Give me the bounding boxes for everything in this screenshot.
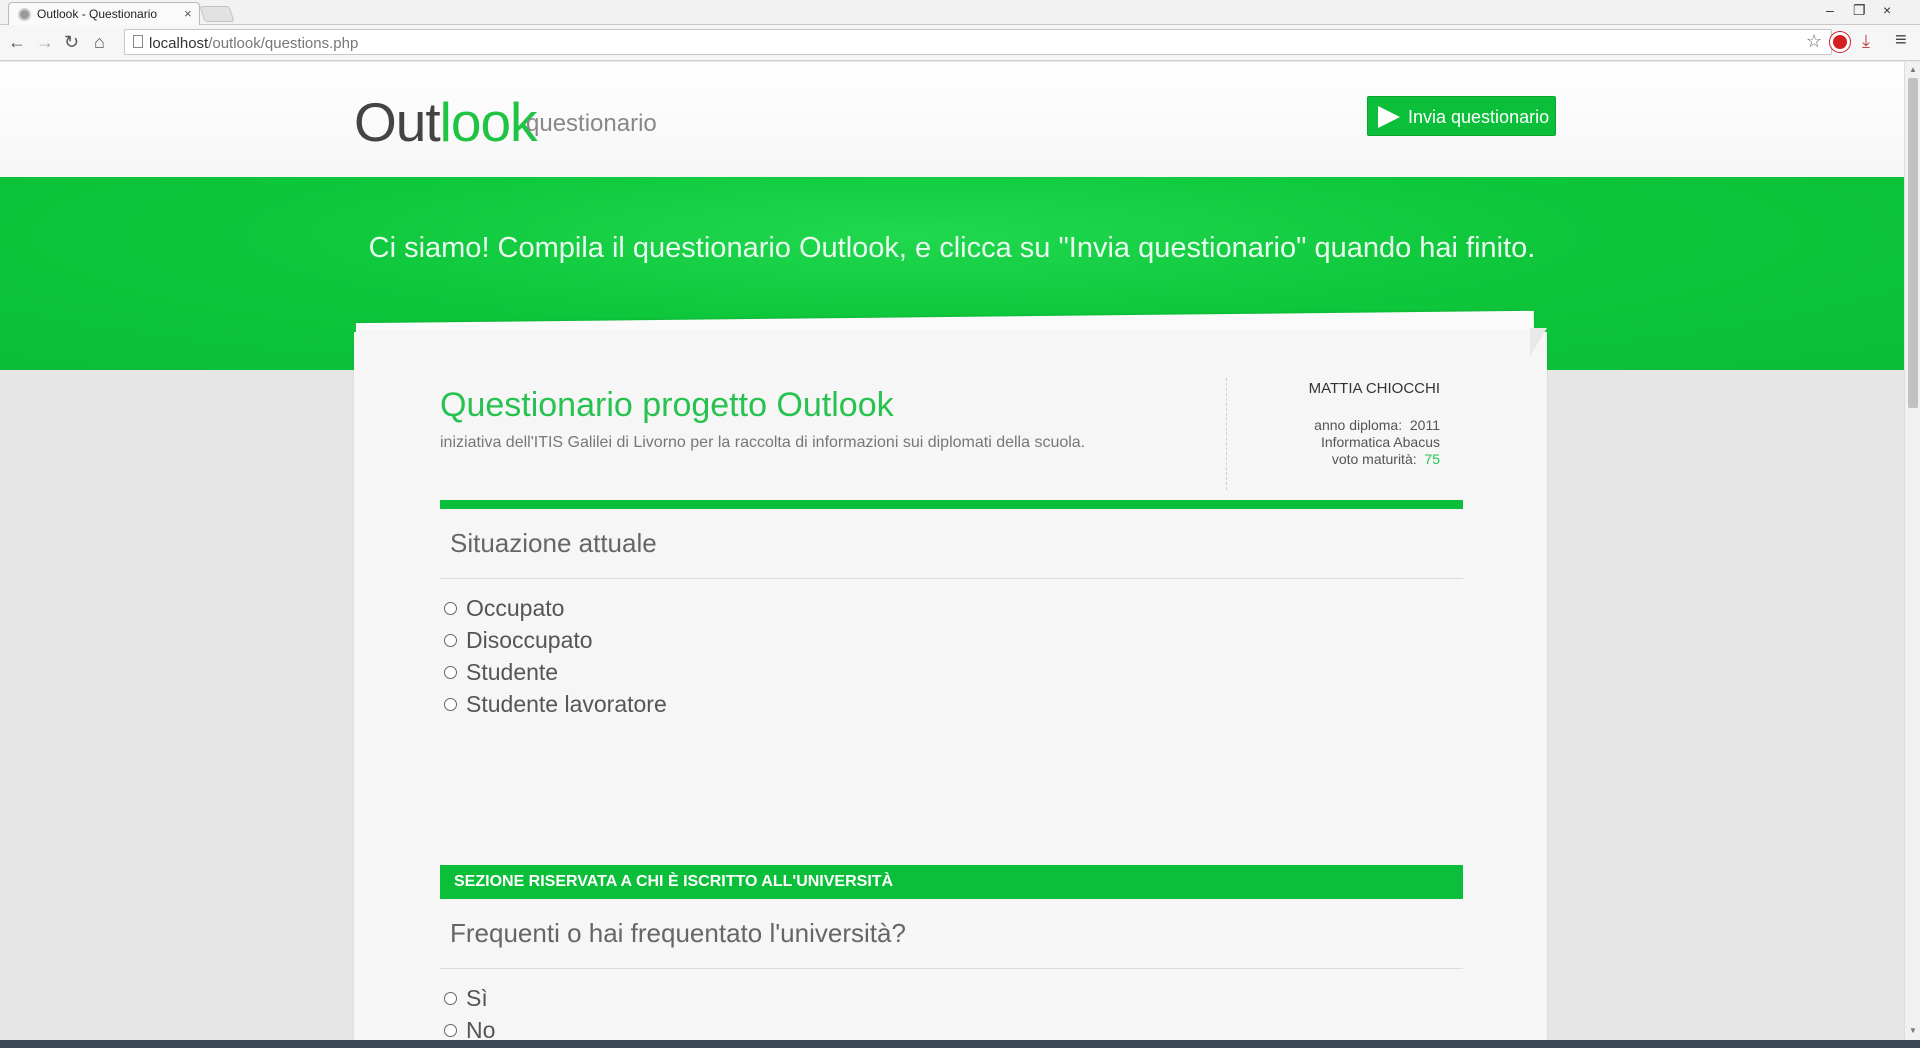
student-info: MATTIA CHIOCCHI anno diploma: 2011 Infor… bbox=[1254, 380, 1440, 470]
logo-accent: look bbox=[439, 91, 538, 153]
option-occupato[interactable]: Occupato bbox=[444, 592, 667, 624]
address-bar[interactable]: localhost/outlook/questions.php ☆ bbox=[124, 29, 1832, 55]
site-header: Outlook questionario Invia questionario bbox=[0, 62, 1904, 177]
restore-icon[interactable]: ❐ bbox=[1853, 2, 1866, 19]
close-icon[interactable]: × bbox=[184, 6, 192, 21]
option-disoccupato[interactable]: Disoccupato bbox=[444, 624, 667, 656]
student-name: MATTIA CHIOCCHI bbox=[1308, 380, 1440, 397]
logo: Outlook bbox=[354, 90, 538, 154]
option-label: Occupato bbox=[466, 594, 565, 621]
option-studente-lavoratore[interactable]: Studente lavoratore bbox=[444, 688, 667, 720]
menu-icon[interactable]: ≡ bbox=[1895, 29, 1907, 52]
page-scrollbar[interactable]: ▲ ▼ bbox=[1904, 62, 1920, 1040]
option-si[interactable]: Sì bbox=[444, 982, 495, 1014]
question-title: Situazione attuale bbox=[450, 528, 657, 558]
send-button-label: Invia questionario bbox=[1408, 107, 1550, 127]
radio-button[interactable] bbox=[444, 665, 457, 679]
option-label: Studente lavoratore bbox=[466, 690, 667, 717]
browser-tab[interactable]: Outlook - Questionario × bbox=[8, 2, 200, 25]
page-icon bbox=[133, 35, 143, 48]
graduation-year-value: 2011 bbox=[1409, 417, 1440, 433]
option-studente[interactable]: Studente bbox=[444, 656, 667, 688]
bookmark-star-icon[interactable]: ☆ bbox=[1806, 31, 1822, 52]
page-viewport: Outlook questionario Invia questionario … bbox=[0, 62, 1904, 1040]
university-section-header: SEZIONE RISERVATA A CHI È ISCRITTO ALL'U… bbox=[440, 865, 1463, 899]
reload-icon[interactable]: ↻ bbox=[64, 32, 79, 52]
vertical-divider bbox=[1226, 378, 1227, 490]
send-icon bbox=[1378, 106, 1400, 128]
url-host: localhost bbox=[149, 35, 209, 52]
tab-title: Outlook - Questionario bbox=[37, 7, 158, 21]
scroll-thumb[interactable] bbox=[1908, 78, 1918, 408]
window-close-icon[interactable]: × bbox=[1883, 2, 1891, 18]
globe-icon bbox=[18, 8, 31, 21]
url-path: /outlook/questions.php bbox=[208, 35, 359, 52]
os-taskbar bbox=[0, 1040, 1920, 1048]
forward-arrow-icon[interactable]: → bbox=[36, 32, 54, 52]
radio-button[interactable] bbox=[444, 991, 457, 1005]
question-options: Occupato Disoccupato Studente Studente l… bbox=[444, 592, 667, 720]
questionnaire-title: Questionario progetto Outlook bbox=[440, 386, 894, 424]
question-options: Sì No bbox=[444, 982, 495, 1040]
home-icon[interactable]: ⌂ bbox=[94, 32, 105, 52]
extension-icon[interactable] bbox=[1830, 32, 1850, 52]
logo-main: Out bbox=[354, 91, 441, 153]
radio-button[interactable] bbox=[444, 601, 457, 615]
minimize-icon[interactable]: ‒ bbox=[1826, 2, 1834, 18]
browser-toolbar: ← → ↻ ⌂ localhost/outlook/questions.php … bbox=[0, 25, 1920, 61]
question-divider bbox=[440, 578, 1463, 579]
new-tab-button[interactable] bbox=[199, 6, 235, 22]
question-divider bbox=[440, 968, 1463, 969]
download-icon[interactable]: ⤓ bbox=[1862, 31, 1870, 52]
option-label: Sì bbox=[466, 984, 488, 1011]
questionnaire-subtitle: iniziativa dell'ITIS Galilei di Livorno … bbox=[440, 434, 1086, 451]
option-label: Disoccupato bbox=[466, 626, 593, 653]
final-grade: voto maturità: 75 bbox=[1254, 449, 1440, 470]
logo-subtitle: questionario bbox=[526, 110, 657, 137]
radio-button[interactable] bbox=[444, 633, 457, 647]
page-fold bbox=[1530, 328, 1547, 356]
questionnaire-card: Questionario progetto Outlook iniziativa… bbox=[354, 328, 1547, 1040]
option-label: Studente bbox=[466, 658, 559, 685]
final-grade-value: 75 bbox=[1424, 451, 1440, 467]
radio-button[interactable] bbox=[444, 697, 457, 711]
section-divider-bar bbox=[440, 500, 1463, 509]
back-arrow-icon[interactable]: ← bbox=[8, 32, 26, 52]
option-label: No bbox=[466, 1016, 496, 1041]
scroll-up-icon[interactable]: ▲ bbox=[1909, 65, 1917, 74]
url-text: localhost/outlook/questions.php bbox=[149, 35, 358, 52]
final-grade-label: voto maturità: bbox=[1331, 451, 1417, 467]
graduation-year-label: anno diploma: bbox=[1314, 417, 1403, 433]
browser-tab-bar: Outlook - Questionario × ‒ ❐ × bbox=[0, 0, 1920, 25]
question-title: Frequenti o hai frequentato l'università… bbox=[450, 918, 906, 948]
hero-text: Ci siamo! Compila il questionario Outloo… bbox=[368, 232, 1536, 264]
radio-button[interactable] bbox=[444, 1023, 457, 1037]
option-no[interactable]: No bbox=[444, 1014, 495, 1040]
send-questionnaire-button[interactable]: Invia questionario bbox=[1367, 96, 1556, 136]
scroll-down-icon[interactable]: ▼ bbox=[1909, 1026, 1917, 1035]
